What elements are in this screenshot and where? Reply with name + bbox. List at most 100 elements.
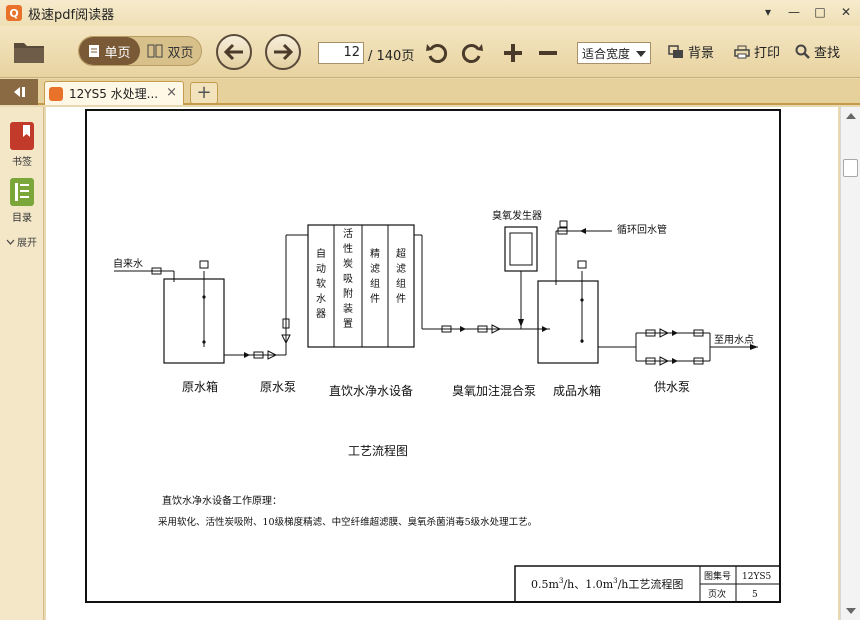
plus-icon xyxy=(504,44,522,62)
sidebar-contents-label: 目录 xyxy=(12,213,32,224)
title-bar: Q 极速pdf阅读器 ▾ — □ ✕ xyxy=(0,0,860,26)
background-label: 背景 xyxy=(688,46,715,61)
sidebar-item-contents[interactable]: 目录 xyxy=(4,177,40,224)
pdf-page: 自来水 自动软水器活性炭吸附装置精滤组件超滤组件 臭氧发生器 循环回水管 至用水… xyxy=(85,109,781,603)
page-total: / 140页 xyxy=(368,49,415,64)
sidebar: 书签 目录 展开 xyxy=(0,107,44,620)
drawing-frame xyxy=(85,109,781,603)
two-pages-icon xyxy=(147,44,163,58)
scroll-down-icon[interactable] xyxy=(846,608,856,614)
pdf-file-icon xyxy=(49,86,63,101)
title-block-main: 0.5m3/h、1.0m3/h工艺流程图 xyxy=(531,577,683,591)
sidebar-item-bookmarks[interactable]: 书签 xyxy=(4,121,40,168)
double-page-button[interactable]: 双页 xyxy=(140,37,201,65)
printer-icon xyxy=(734,45,750,58)
raw-tank-shape xyxy=(163,278,225,364)
ozone-generator-label: 臭氧发生器 xyxy=(492,209,542,222)
sidebar-bookmarks-label: 书签 xyxy=(12,157,32,168)
ozone-pump-label: 臭氧加注混合泵 xyxy=(452,383,536,398)
open-folder-button[interactable] xyxy=(10,34,48,68)
find-label: 查找 xyxy=(814,46,841,61)
zoom-select-value: 适合宽度 xyxy=(582,46,631,61)
minus-icon xyxy=(539,51,557,55)
zoom-select[interactable]: 适合宽度 xyxy=(577,42,651,64)
page-value: 5 xyxy=(752,590,758,600)
find-button[interactable]: 查找 xyxy=(795,42,840,61)
zoom-in-button[interactable] xyxy=(500,40,526,66)
rotate-left-button[interactable] xyxy=(424,40,450,66)
raw-tank-label: 原水箱 xyxy=(182,379,218,394)
previous-page-button[interactable] xyxy=(216,34,252,70)
minimize-button[interactable]: — xyxy=(786,4,802,20)
equipment-label: 直饮水净水设备 xyxy=(329,384,413,398)
raw-pump-label: 原水泵 xyxy=(260,380,296,394)
tap-water-label: 自来水 xyxy=(113,257,143,270)
sidebar-expand[interactable]: 展开 xyxy=(6,234,37,249)
tab-title: 12YS5 水处理... xyxy=(69,87,159,101)
bookmark-icon xyxy=(10,122,34,150)
zoom-out-button[interactable] xyxy=(535,40,561,66)
menu-dropdown-icon[interactable]: ▾ xyxy=(760,4,776,20)
arrow-right-icon xyxy=(274,43,294,61)
app-title: 极速pdf阅读器 xyxy=(28,7,115,23)
equipment-column-char: 件 xyxy=(396,293,406,305)
equipment-column-char: 置 xyxy=(343,318,353,330)
rotate-left-icon xyxy=(426,44,448,63)
new-tab-button[interactable]: + xyxy=(190,82,218,104)
vertical-scrollbar[interactable] xyxy=(840,107,860,620)
equipment-column-char: 超 xyxy=(396,247,406,260)
equipment-column-char: 滤 xyxy=(396,262,406,275)
return-pipe-label: 循环回水管 xyxy=(617,223,667,236)
maximize-button[interactable]: □ xyxy=(812,4,828,20)
collapse-left-icon xyxy=(14,87,25,97)
background-icon xyxy=(668,44,683,58)
view-mode-toggle: 单页 双页 xyxy=(78,36,202,66)
atlas-value: 12YS5 xyxy=(742,572,772,582)
scrollbar-thumb[interactable] xyxy=(843,159,858,177)
app-logo-icon: Q xyxy=(6,5,22,21)
folder-icon xyxy=(14,43,44,63)
rotate-right-button[interactable] xyxy=(459,40,485,66)
equipment-column-char: 活 xyxy=(343,228,353,240)
page-label: 页次 xyxy=(708,588,726,600)
equipment-column-char: 软 xyxy=(316,277,326,290)
arrow-left-icon xyxy=(223,43,243,61)
print-button[interactable]: 打印 xyxy=(734,42,780,61)
equipment-column-char: 附 xyxy=(343,287,353,300)
double-page-label: 双页 xyxy=(167,45,194,61)
atlas-label: 图集号 xyxy=(704,570,731,582)
equipment-column-labels: 自动软水器 活性炭吸附装置 精滤组件 超滤组件 xyxy=(316,228,406,330)
principle-title: 直饮水净水设备工作原理： xyxy=(162,494,282,507)
equipment-column-char: 滤 xyxy=(370,262,380,275)
document-viewer[interactable]: 自来水 自动软水器活性炭吸附装置精滤组件超滤组件 臭氧发生器 循环回水管 至用水… xyxy=(46,107,838,620)
toggle-sidebar-button[interactable] xyxy=(0,79,38,105)
product-tank-shape xyxy=(537,280,599,364)
tab-document[interactable]: 12YS5 水处理... × xyxy=(44,81,184,105)
equipment-column-char: 器 xyxy=(316,308,326,320)
page-number-input[interactable]: 12 xyxy=(318,42,364,64)
equipment-column-char: 动 xyxy=(316,263,326,275)
diagram-title: 工艺流程图 xyxy=(348,443,408,458)
equipment-column-char: 自 xyxy=(316,247,326,260)
equipment-column-char: 性 xyxy=(343,242,353,255)
scroll-up-icon[interactable] xyxy=(846,113,856,119)
single-page-label: 单页 xyxy=(104,45,131,61)
sidebar-expand-label: 展开 xyxy=(17,238,37,249)
close-button[interactable]: ✕ xyxy=(838,4,854,20)
next-page-button[interactable] xyxy=(265,34,301,70)
equipment-column-char: 水 xyxy=(316,293,326,305)
equipment-column-char: 吸 xyxy=(343,274,353,285)
equipment-column-char: 件 xyxy=(370,293,380,305)
search-icon xyxy=(795,44,810,59)
tab-close-icon[interactable]: × xyxy=(166,85,177,100)
equipment-column-char: 炭 xyxy=(343,258,353,270)
tab-bar: 12YS5 水处理... × + xyxy=(0,79,860,105)
single-page-button[interactable]: 单页 xyxy=(79,37,140,65)
background-button[interactable]: 背景 xyxy=(668,42,714,61)
equipment-column-char: 装 xyxy=(343,302,353,315)
rotate-right-icon xyxy=(461,44,483,63)
chevron-down-icon xyxy=(6,239,15,245)
contents-icon xyxy=(10,178,34,206)
toolbar: 单页 双页 12 / 140页 适合宽度 背景 打印 查找 xyxy=(0,26,860,78)
principle-text: 采用软化、活性炭吸附、10级梯度精滤、中空纤维超滤膜、臭氧杀菌消毒5级水处理工艺… xyxy=(158,516,537,528)
